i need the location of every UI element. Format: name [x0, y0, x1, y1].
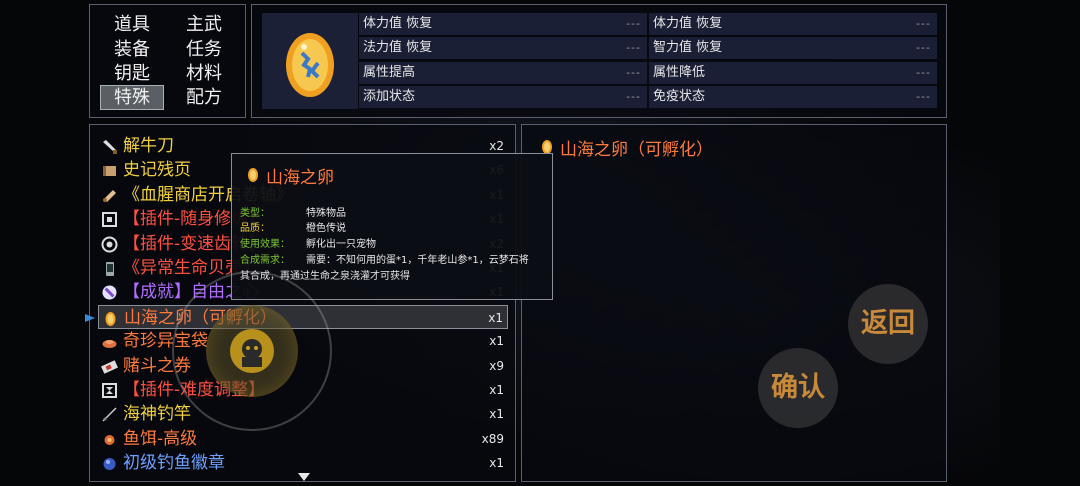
stat-value: --- — [916, 41, 931, 54]
category-materials[interactable]: 材料 — [173, 62, 235, 86]
confirm-button[interactable]: 确认 — [758, 348, 838, 428]
category-recipes[interactable]: 配方 — [173, 86, 235, 110]
tooltip-quality: 品质： 橙色传说 — [240, 222, 346, 235]
tooltip-effect-value: 孵化出一只宠物 — [306, 239, 376, 250]
stat-immune-status: 免疫状态 --- — [649, 86, 937, 108]
item-quantity: x1 — [489, 334, 504, 349]
stat-label: 免疫状态 — [653, 89, 706, 104]
item-name: 鱼饵-高级 — [123, 428, 198, 449]
item-name: 解牛刀 — [123, 136, 174, 156]
scroll-down-arrow-icon[interactable] — [298, 473, 310, 481]
stat-value: --- — [626, 41, 641, 54]
item-quantity: x89 — [481, 431, 504, 446]
stat-add-status: 添加状态 --- — [359, 86, 647, 108]
joystick-knob[interactable] — [206, 305, 298, 397]
knife-icon — [103, 140, 117, 154]
item-quantity: x1 — [489, 383, 504, 397]
item-name: 初级钓鱼徽章 — [123, 453, 225, 474]
stat-attr-increase: 属性提高 --- — [359, 62, 647, 84]
stat-hp-regen-2: 体力值 恢复 --- — [649, 13, 937, 35]
stat-hp-regen: 体力值 恢复 --- — [359, 13, 647, 35]
tooltip-type-value: 特殊物品 — [306, 208, 346, 219]
bag-icon — [102, 340, 117, 349]
gear-icon — [101, 236, 118, 253]
selection-arrow-icon — [85, 313, 95, 322]
stat-value: --- — [626, 90, 641, 103]
tooltip-quality-value: 橙色传说 — [306, 223, 346, 234]
stat-label: 法力值 恢复 — [363, 40, 433, 55]
tooltip-recipe-label: 合成需求： — [240, 255, 290, 266]
egg-icon — [105, 311, 116, 326]
category-quests[interactable]: 任务 — [173, 38, 235, 62]
egg-icon — [248, 168, 258, 182]
tooltip-effect: 使用效果： 孵化出一只宠物 — [240, 238, 376, 251]
item-quantity: x1 — [488, 310, 503, 325]
no-entry-icon — [102, 285, 117, 300]
stat-value: --- — [916, 90, 931, 103]
tooltip-title: 山海之卵 — [266, 168, 334, 188]
category-menu: 道具 主武 装备 任务 钥匙 材料 特殊 配方 — [89, 4, 246, 118]
egg-icon — [542, 140, 552, 154]
tooltip-quality-label: 品质： — [240, 223, 270, 234]
stat-label: 智力值 恢复 — [653, 40, 723, 55]
badge-icon — [103, 458, 116, 471]
egg-icon — [286, 33, 334, 97]
bait-icon — [104, 434, 115, 445]
item-row[interactable]: 初级钓鱼徽章 x1 — [98, 451, 508, 475]
stat-label: 属性提高 — [363, 65, 416, 80]
return-button[interactable]: 返回 — [848, 284, 928, 364]
item-name: 海神钓竿 — [123, 404, 191, 425]
category-equipment[interactable]: 装备 — [101, 38, 163, 62]
tooltip-type-label: 类型： — [240, 208, 270, 219]
phone-icon — [106, 262, 114, 276]
item-quantity: x1 — [489, 407, 504, 422]
stat-value: --- — [916, 17, 931, 30]
stat-attr-decrease: 属性降低 --- — [649, 62, 937, 84]
detail-title: 山海之卵（可孵化） — [560, 140, 713, 160]
category-keys[interactable]: 钥匙 — [101, 62, 163, 86]
item-quantity: x9 — [489, 358, 504, 373]
stat-label: 体力值 恢复 — [363, 16, 433, 31]
hourglass-icon — [102, 383, 117, 398]
stat-value: --- — [626, 66, 641, 79]
item-row[interactable]: 鱼饵-高级 x89 — [98, 427, 508, 451]
stat-value: --- — [626, 17, 641, 30]
item-quantity: x1 — [489, 456, 504, 471]
tooltip-recipe-line1: 需要：不知何用的蛋*1，千年老山参*1，云梦石将 — [306, 255, 529, 266]
stat-mp-regen: 法力值 恢复 --- — [359, 37, 647, 59]
tooltip-effect-label: 使用效果： — [240, 239, 290, 250]
stat-int-regen: 智力值 恢复 --- — [649, 37, 937, 59]
scroll-icon — [103, 189, 116, 202]
stat-value: --- — [916, 66, 931, 79]
category-items[interactable]: 道具 — [101, 13, 163, 37]
category-main-weapon[interactable]: 主武 — [173, 13, 235, 37]
chip-icon — [102, 212, 117, 228]
stat-label: 添加状态 — [363, 89, 416, 104]
item-name: 史记残页 — [123, 160, 191, 181]
stat-label: 体力值 恢复 — [653, 16, 723, 31]
tooltip-type: 类型： 特殊物品 — [240, 207, 346, 220]
scroll-page-icon — [103, 166, 116, 177]
category-special[interactable]: 特殊 — [100, 85, 164, 110]
item-stats-panel: 体力值 恢复 --- 体力值 恢复 --- 法力值 恢复 --- 智力值 恢复 … — [251, 4, 947, 118]
item-preview — [262, 13, 358, 109]
ticket-icon — [101, 359, 118, 374]
tooltip-recipe: 合成需求： 需要：不知何用的蛋*1，千年老山参*1，云梦石将 — [240, 254, 529, 267]
character-portrait-icon — [230, 329, 274, 373]
stat-label: 属性降低 — [653, 65, 706, 80]
fishing-rod-icon — [102, 407, 117, 422]
virtual-joystick[interactable] — [172, 271, 332, 431]
